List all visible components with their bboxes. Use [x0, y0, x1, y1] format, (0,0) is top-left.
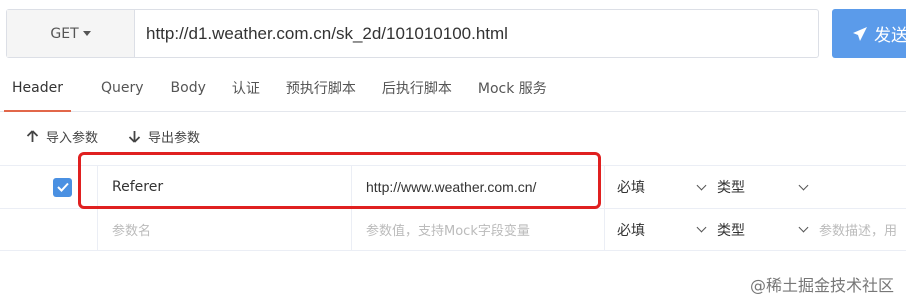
param-value-input[interactable]: 参数值，支持Mock字段变量: [351, 209, 605, 250]
check-icon: [56, 182, 69, 192]
method-select[interactable]: GET: [7, 10, 135, 57]
arrow-up-icon: [26, 130, 39, 142]
type-select[interactable]: 类型: [715, 209, 815, 250]
tab-pre-script[interactable]: 预执行脚本: [274, 64, 368, 111]
tab-post-script[interactable]: 后执行脚本: [370, 64, 464, 111]
send-button-label: 发送: [874, 26, 906, 46]
export-params-button[interactable]: 导出参数: [128, 127, 200, 146]
type-label: 类型: [717, 180, 745, 196]
request-tabs: Header Query Body 认证 预执行脚本 后执行脚本 Mock 服务: [0, 64, 906, 112]
chevron-down-icon: [798, 180, 809, 190]
required-label: 必填: [617, 222, 645, 239]
send-button[interactable]: 发送: [832, 9, 906, 58]
paper-plane-icon: [853, 26, 867, 41]
url-input[interactable]: http://d1.weather.com.cn/sk_2d/101010100…: [135, 10, 818, 57]
row-enabled-checkbox[interactable]: [53, 177, 72, 197]
export-params-label: 导出参数: [148, 131, 201, 146]
chevron-down-icon: [696, 180, 707, 190]
tab-mock-service[interactable]: Mock 服务: [466, 64, 559, 111]
required-label: 必填: [617, 180, 645, 196]
tab-body[interactable]: Body: [159, 64, 218, 111]
watermark: @稀土掘金技术社区: [749, 276, 894, 295]
param-actions: 导入参数 导出参数: [26, 127, 230, 146]
tab-header[interactable]: Header: [0, 64, 75, 112]
import-params-label: 导入参数: [46, 131, 99, 146]
request-bar: GET http://d1.weather.com.cn/sk_2d/10101…: [6, 9, 819, 58]
param-name-input[interactable]: 参数名: [97, 209, 351, 250]
required-select[interactable]: 必填: [605, 209, 715, 250]
method-label: GET: [50, 25, 79, 42]
table-row: 参数名 参数值，支持Mock字段变量 必填 类型 参数描述，用: [0, 208, 906, 251]
required-select[interactable]: 必填: [605, 166, 715, 208]
arrow-down-icon: [128, 131, 141, 143]
chevron-down-icon: [696, 222, 707, 233]
type-label: 类型: [717, 222, 745, 239]
param-description-input[interactable]: 参数描述，用: [815, 209, 906, 250]
chevron-down-icon: [798, 222, 809, 233]
import-params-button[interactable]: 导入参数: [26, 127, 98, 146]
tab-query[interactable]: Query: [89, 64, 156, 111]
type-select[interactable]: 类型: [715, 166, 815, 208]
row-checkbox-cell: [0, 209, 97, 250]
caret-down-icon: [82, 31, 91, 36]
highlight-box: [78, 152, 601, 209]
tab-auth[interactable]: 认证: [220, 64, 272, 111]
